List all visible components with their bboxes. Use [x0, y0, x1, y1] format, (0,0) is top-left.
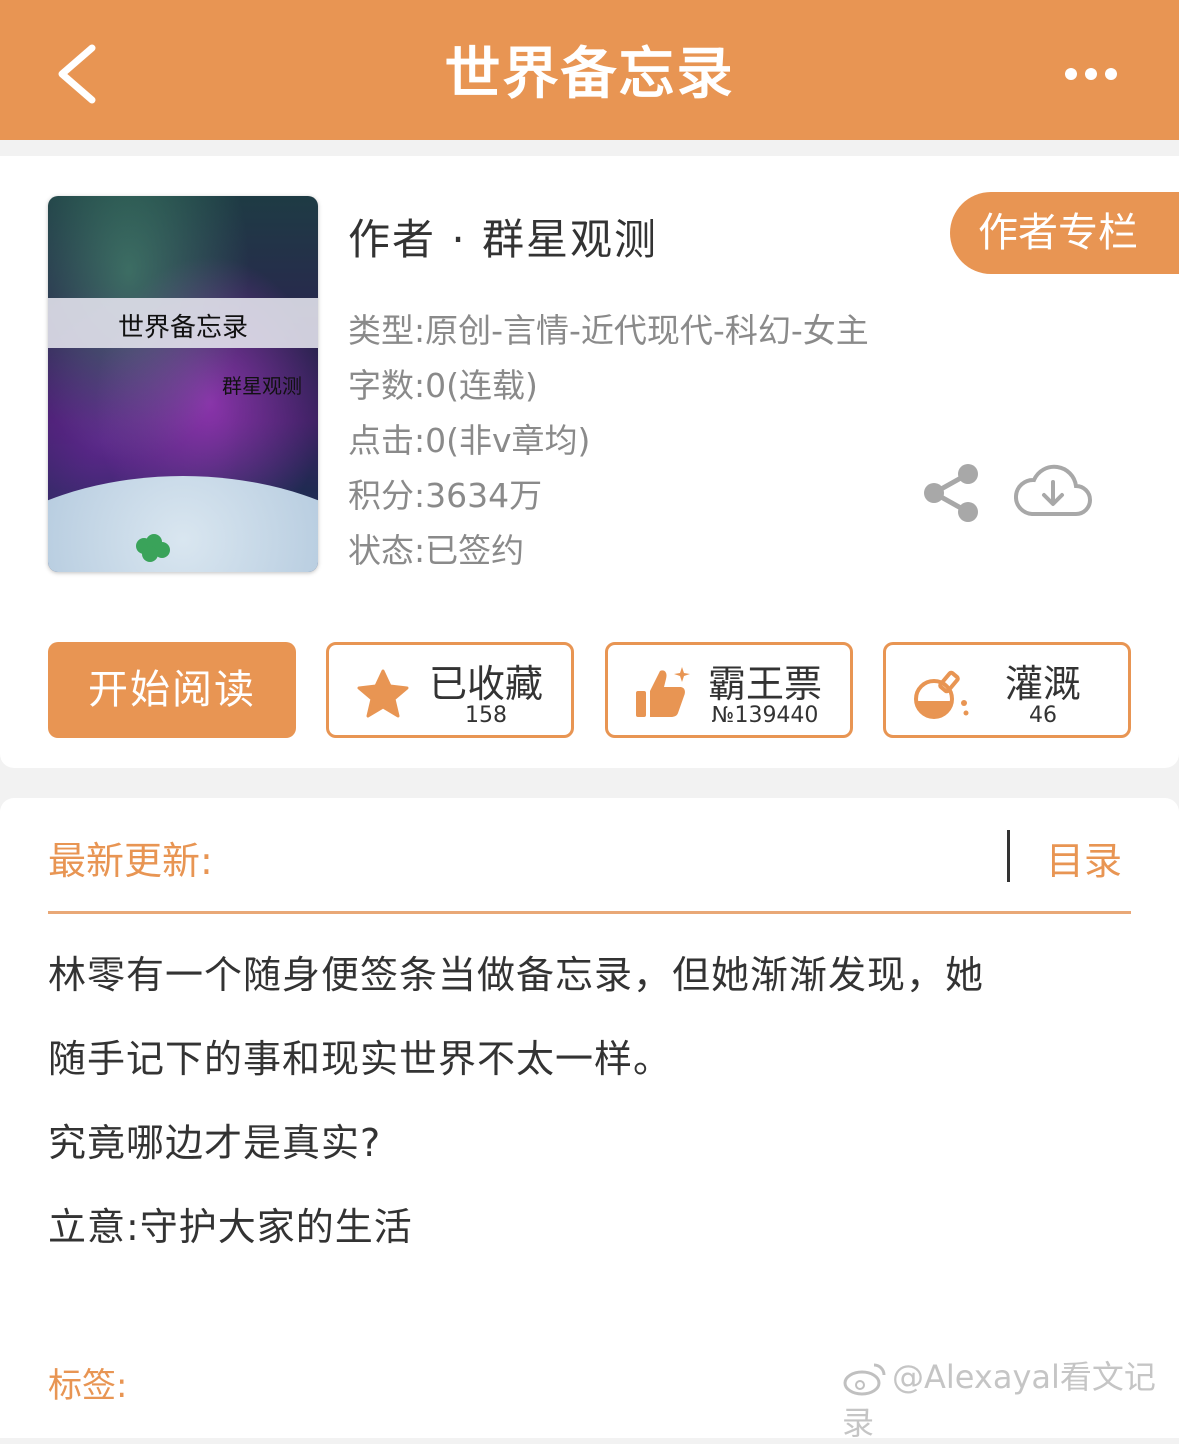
thumbs-up-icon [636, 667, 690, 717]
page-title: 世界备忘录 [444, 42, 735, 107]
watermark-text: @Alexayal看文记录 [842, 1358, 1156, 1442]
book-word-count: 字数:0(连载) [348, 366, 538, 405]
author-name[interactable]: 作者 · 群星观测 [348, 206, 658, 267]
cover-author: 群星观测 [222, 374, 302, 398]
star-icon [357, 669, 409, 718]
section-divider [48, 911, 1131, 914]
nutrient-button[interactable]: 灌溉 46 [883, 642, 1131, 738]
favorite-button[interactable]: 已收藏 158 [326, 642, 574, 738]
description-line: 林零有一个随身便签条当做备忘录，但她渐渐发现，她 [48, 953, 985, 997]
nutrient-count: 46 [1029, 703, 1057, 728]
vote-label: 霸王票 [707, 662, 822, 706]
book-score: 积分:3634万 [348, 476, 543, 515]
description-line: 立意:守护大家的生活 [48, 1205, 413, 1249]
watermark: @Alexayal看文记录 [842, 1352, 1179, 1444]
download-cloud-icon[interactable] [1014, 462, 1092, 522]
top-bar: 世界备忘录 [0, 0, 1179, 140]
favorite-label: 已收藏 [428, 662, 543, 706]
latest-update-label[interactable]: 最新更新: [48, 830, 213, 885]
description-line: 究竟哪边才是真实? [48, 1121, 382, 1165]
nutrient-label: 灌溉 [1004, 662, 1081, 706]
more-dots-icon[interactable] [1063, 62, 1119, 86]
flask-icon [914, 670, 969, 719]
weibo-logo-icon [843, 1363, 886, 1396]
description-line: 随手记下的事和现实世界不太一样。 [48, 1037, 673, 1081]
book-clicks: 点击:0(非v章均) [348, 421, 591, 460]
cover-title: 世界备忘录 [117, 313, 248, 343]
vertical-divider [1007, 830, 1010, 882]
book-cover[interactable]: 世界备忘录 群星观测 [48, 196, 318, 572]
book-status: 状态:已签约 [348, 531, 525, 570]
start-reading-button[interactable]: 开始阅读 [48, 642, 296, 738]
share-icon[interactable] [920, 462, 982, 524]
book-type: 类型:原创-言情-近代现代-科幻-女主 [348, 311, 869, 350]
cover-logo-icon [136, 534, 170, 562]
table-of-contents-link[interactable]: 目录 [1046, 830, 1122, 885]
tags-label: 标签: [48, 1366, 128, 1406]
author-column-button[interactable]: 作者专栏 [950, 192, 1179, 274]
cover-planet [48, 476, 318, 572]
vote-count: №139440 [711, 703, 819, 728]
favorite-count: 158 [465, 703, 507, 728]
vote-button[interactable]: 霸王票 №139440 [605, 642, 853, 738]
